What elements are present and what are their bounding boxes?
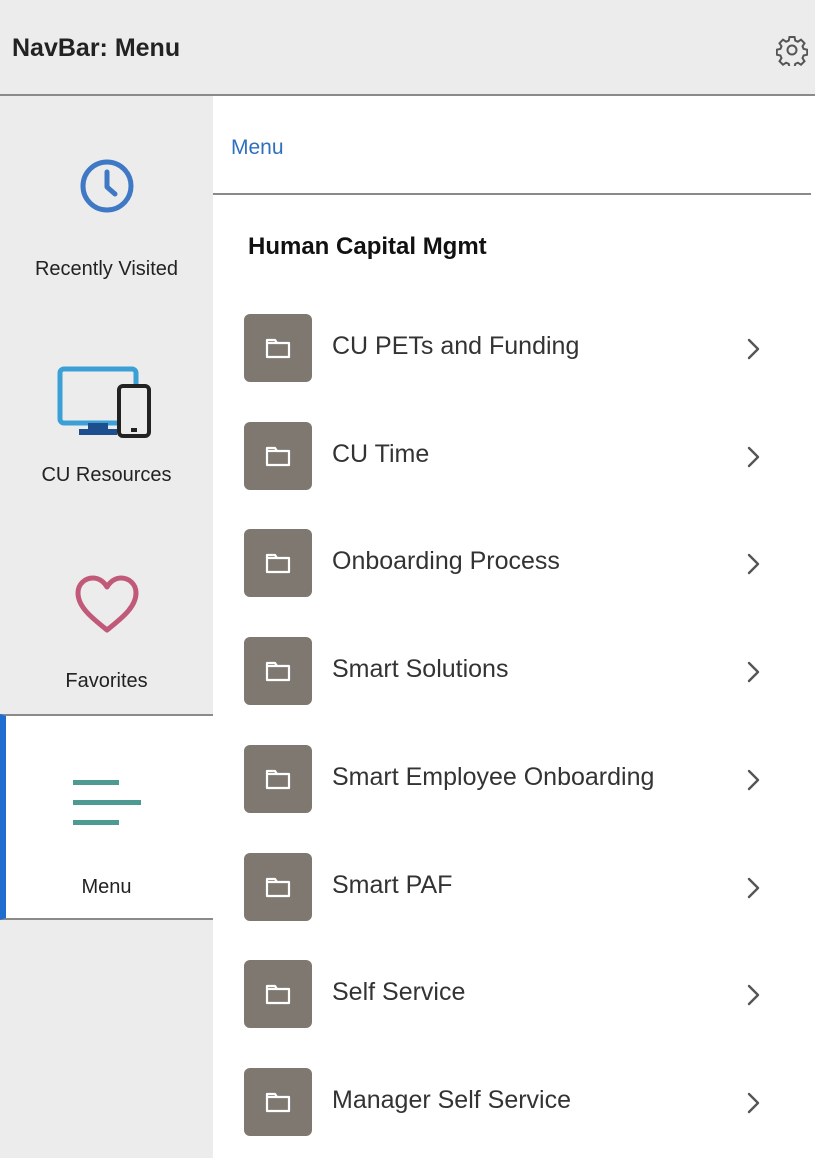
folder-icon xyxy=(244,314,312,382)
menu-item-label: Smart Solutions xyxy=(332,655,509,683)
folder-icon xyxy=(244,637,312,705)
menu-item-label: Smart PAF xyxy=(332,871,453,899)
menu-item-label: CU Time xyxy=(332,440,430,468)
menu-item[interactable]: Smart Employee Onboarding xyxy=(213,729,811,835)
sidebar-item-label: CU Resources xyxy=(41,464,172,486)
menu-item[interactable]: Manager Self Service xyxy=(213,1052,811,1158)
menu-item[interactable]: Self Service xyxy=(213,944,811,1050)
chevron-right-icon xyxy=(747,661,760,683)
menu-item[interactable]: CU PETs and Funding xyxy=(213,298,811,404)
chevron-right-icon xyxy=(747,984,760,1006)
sidebar-item-menu[interactable]: Menu xyxy=(0,714,213,920)
folder-icon xyxy=(244,853,312,921)
menu-item[interactable]: Smart PAF xyxy=(213,837,811,943)
menu-item-label: Manager Self Service xyxy=(332,1086,572,1114)
clock-icon xyxy=(80,159,133,213)
folder-icon xyxy=(244,745,312,813)
menu-item-label: Onboarding Process xyxy=(332,547,560,575)
menu-item[interactable]: Onboarding Process xyxy=(213,513,811,619)
sidebar-item-favorites[interactable]: Favorites xyxy=(0,508,213,714)
desktop-mobile-icon xyxy=(57,366,151,438)
hamburger-menu-icon xyxy=(72,780,141,825)
menu-item[interactable]: Smart Solutions xyxy=(213,621,811,727)
heart-icon xyxy=(75,575,138,633)
menu-item-label: Self Service xyxy=(332,978,466,1006)
section-heading: Human Capital Mgmt xyxy=(248,233,487,260)
sidebar-item-label: Recently Visited xyxy=(34,258,179,280)
chevron-right-icon xyxy=(747,769,760,791)
chevron-right-icon xyxy=(747,553,760,575)
settings-button[interactable] xyxy=(774,30,810,70)
folder-icon xyxy=(244,529,312,597)
menu-item-label: CU PETs and Funding xyxy=(332,332,580,360)
sidebar-item-label: Menu xyxy=(81,876,132,898)
chevron-right-icon xyxy=(747,877,760,899)
page-title: NavBar: Menu xyxy=(12,34,181,62)
folder-icon xyxy=(244,1068,312,1136)
folder-icon xyxy=(244,960,312,1028)
menu-item[interactable]: CU Time xyxy=(213,406,811,512)
gear-icon xyxy=(776,36,808,66)
divider xyxy=(213,193,811,195)
sidebar-item-recently-visited[interactable]: Recently Visited xyxy=(0,96,213,302)
breadcrumb-menu[interactable]: Menu xyxy=(231,136,284,160)
chevron-right-icon xyxy=(747,338,760,360)
chevron-right-icon xyxy=(747,446,760,468)
menu-panel: Menu Human Capital Mgmt CU PETs and Fund… xyxy=(213,96,815,1158)
sidebar-item-cu-resources[interactable]: CU Resources xyxy=(0,302,213,508)
menu-item-label: Smart Employee Onboarding xyxy=(332,763,655,791)
navbar-header: NavBar: Menu xyxy=(0,0,815,96)
folder-icon xyxy=(244,422,312,490)
navbar-sidebar: Recently Visited CU Resources Favorites xyxy=(0,96,213,1158)
chevron-right-icon xyxy=(747,1092,760,1114)
sidebar-item-label: Favorites xyxy=(65,670,148,692)
